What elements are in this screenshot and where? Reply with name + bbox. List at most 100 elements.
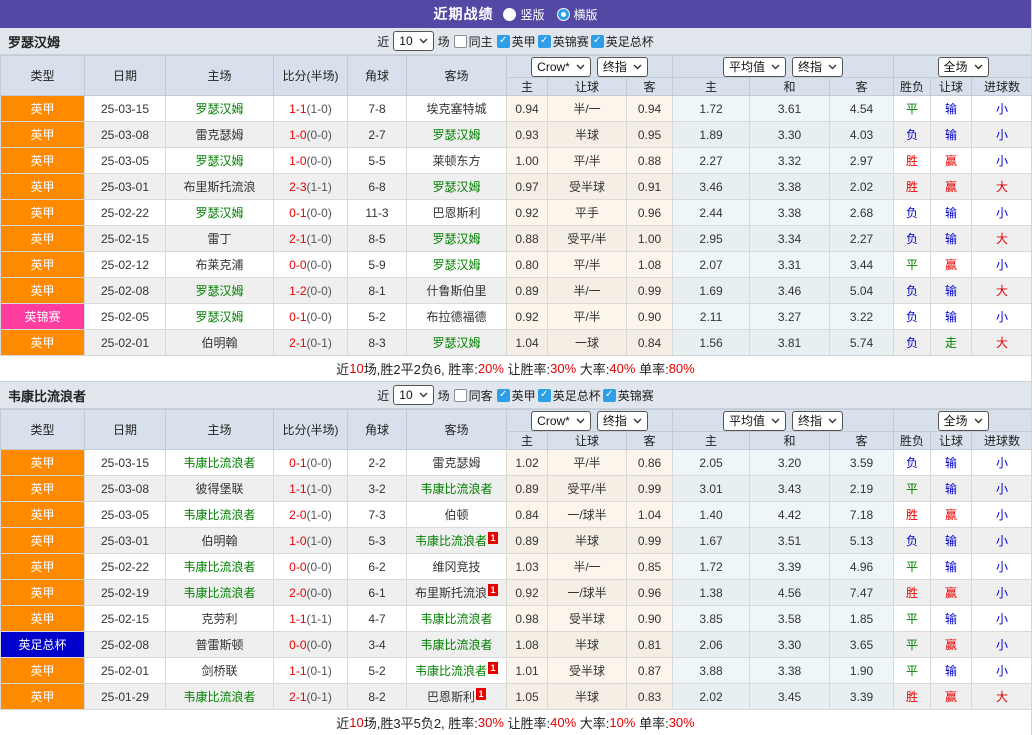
- chevron-down-icon: [633, 418, 642, 424]
- radio-icon: [503, 8, 516, 21]
- avg-stage-select[interactable]: 终指: [792, 411, 843, 431]
- league-filter-英甲[interactable]: ✓英甲: [497, 387, 536, 404]
- fulltime-score: 1-1: [289, 612, 306, 626]
- handicap-result-cell: 赢: [931, 174, 972, 200]
- match-row: 英锦赛 25-02-05 罗瑟汉姆 0-1(0-0) 5-2 布拉德福德 0.9…: [1, 304, 1032, 330]
- avg-source-value: 平均值: [729, 412, 765, 429]
- avg-draw-cell: 3.58: [750, 606, 830, 632]
- home-team-cell: 普雷斯顿: [166, 632, 274, 658]
- fulltime-score: 2-1: [289, 336, 306, 350]
- match-row: 英甲 25-02-01 伯明翰 2-1(0-1) 8-3 罗瑟汉姆 1.04 一…: [1, 330, 1032, 356]
- home-team-cell: 韦康比流浪者: [166, 502, 274, 528]
- avg-source-select[interactable]: 平均值: [723, 57, 786, 77]
- scope-select[interactable]: 全场: [938, 411, 989, 431]
- odds-source-select[interactable]: Crow*: [531, 411, 591, 431]
- view-option-横版[interactable]: 横版: [557, 6, 598, 23]
- table-header: 类型 日期 主场 比分(半场) 角球 客场 Crow* 终指: [1, 56, 1032, 96]
- home-team-name: 伯明翰: [201, 336, 237, 350]
- avg-source-select[interactable]: 平均值: [723, 411, 786, 431]
- league-filter-英足总杯[interactable]: ✓英足总杯: [591, 33, 654, 50]
- team-section: 韦康比流浪者 近 10 场 同客 ✓英甲✓英足总杯✓英锦赛: [0, 382, 1031, 735]
- league-badge: 英甲: [1, 580, 85, 606]
- date-cell: 25-03-01: [85, 174, 166, 200]
- sub-header-handicap: 让球: [548, 432, 627, 450]
- avg-draw-cell: 3.46: [750, 278, 830, 304]
- league-filter-英甲[interactable]: ✓英甲: [497, 33, 536, 50]
- match-row: 英甲 25-03-05 韦康比流浪者 2-0(1-0) 7-3 伯顿 0.84 …: [1, 502, 1032, 528]
- score-cell: 2-1(1-0): [274, 226, 348, 252]
- avg-stage-select[interactable]: 终指: [792, 57, 843, 77]
- sub-header-avg-away: 客: [830, 78, 894, 96]
- sub-header-odds-away: 客: [627, 78, 673, 96]
- home-odds-cell: 0.92: [507, 304, 548, 330]
- radio-icon: [557, 8, 570, 21]
- away-team-name: 罗瑟汉姆: [432, 128, 480, 142]
- date-cell: 25-01-29: [85, 684, 166, 710]
- halftime-score: (0-0): [307, 258, 332, 272]
- sub-header-avg-home: 主: [673, 432, 750, 450]
- match-row: 英甲 25-03-08 雷克瑟姆 1-0(0-0) 2-7 罗瑟汉姆 0.93 …: [1, 122, 1032, 148]
- avg-draw-cell: 3.20: [750, 450, 830, 476]
- league-filter-英足总杯[interactable]: ✓英足总杯: [538, 387, 601, 404]
- away-team-cell: 什鲁斯伯里: [407, 278, 507, 304]
- summary-bar: 近10场,胜2平2负6, 胜率:20% 让胜率:30% 大率:40% 单率:80…: [0, 356, 1031, 382]
- header-select-row: 类型 日期 主场 比分(半场) 角球 客场 Crow* 终指: [1, 410, 1032, 432]
- home-odds-cell: 0.89: [507, 528, 548, 554]
- league-badge: 英甲: [1, 226, 85, 252]
- summary-segment: 大率:: [576, 713, 609, 732]
- match-count-value: 10: [399, 34, 412, 48]
- handicap-result-cell: 赢: [931, 580, 972, 606]
- odds-source-select[interactable]: Crow*: [531, 57, 591, 77]
- home-team-cell: 韦康比流浪者: [166, 580, 274, 606]
- corner-cell: 11-3: [348, 200, 407, 226]
- home-odds-cell: 0.92: [507, 200, 548, 226]
- fulltime-score: 0-1: [289, 206, 306, 220]
- goals-result-cell: 小: [972, 450, 1032, 476]
- home-odds-cell: 0.88: [507, 226, 548, 252]
- sub-header-handicap-result: 让球: [931, 432, 972, 450]
- sub-header-odds-home: 主: [507, 432, 548, 450]
- fulltime-score: 1-1: [289, 102, 306, 116]
- match-count-select[interactable]: 10: [393, 31, 433, 51]
- result-cell: 胜: [894, 502, 931, 528]
- view-option-竖版[interactable]: 竖版: [503, 6, 544, 23]
- league-filter-英锦赛[interactable]: ✓英锦赛: [538, 33, 589, 50]
- avg-home-cell: 2.95: [673, 226, 750, 252]
- match-filter: 近 10 场 同客 ✓英甲✓英足总杯✓英锦赛: [0, 385, 1031, 405]
- odds-stage-select[interactable]: 终指: [597, 57, 648, 77]
- avg-away-cell: 3.65: [830, 632, 894, 658]
- away-team-name: 巴恩斯利: [427, 690, 475, 704]
- sub-header-handicap: 让球: [548, 78, 627, 96]
- home-odds-cell: 1.03: [507, 554, 548, 580]
- handicap-cell: 受平/半: [548, 476, 627, 502]
- score-cell: 2-0(0-0): [274, 580, 348, 606]
- goals-result-cell: 小: [972, 200, 1032, 226]
- league-badge: 英甲: [1, 252, 85, 278]
- goals-result-cell: 大: [972, 174, 1032, 200]
- score-cell: 1-1(1-0): [274, 96, 348, 122]
- home-team-name: 罗瑟汉姆: [195, 102, 243, 116]
- away-team-name: 韦康比流浪者: [420, 638, 492, 652]
- away-team-cell: 韦康比流浪者: [407, 606, 507, 632]
- same-venue-checkbox[interactable]: 同客: [454, 387, 493, 404]
- home-team-name: 韦康比流浪者: [183, 690, 255, 704]
- odds-stage-select[interactable]: 终指: [597, 411, 648, 431]
- score-cell: 1-1(0-1): [274, 658, 348, 684]
- avg-draw-cell: 3.43: [750, 476, 830, 502]
- match-count-select[interactable]: 10: [393, 385, 433, 405]
- home-team-name: 罗瑟汉姆: [195, 284, 243, 298]
- away-odds-cell: 1.04: [627, 502, 673, 528]
- checkbox-icon: ✓: [591, 35, 604, 48]
- away-odds-cell: 0.90: [627, 304, 673, 330]
- avg-home-cell: 3.85: [673, 606, 750, 632]
- fulltime-score: 2-1: [289, 232, 306, 246]
- scope-select[interactable]: 全场: [938, 57, 989, 77]
- summary-segment: 单率:: [635, 713, 668, 732]
- date-cell: 25-02-15: [85, 226, 166, 252]
- corner-cell: 8-2: [348, 684, 407, 710]
- league-filter-英锦赛[interactable]: ✓英锦赛: [603, 387, 654, 404]
- avg-away-cell: 5.13: [830, 528, 894, 554]
- summary-segment: 场,胜2平2负6, 胜率:: [364, 359, 478, 378]
- goals-result-cell: 大: [972, 226, 1032, 252]
- same-venue-checkbox[interactable]: 同主: [454, 33, 493, 50]
